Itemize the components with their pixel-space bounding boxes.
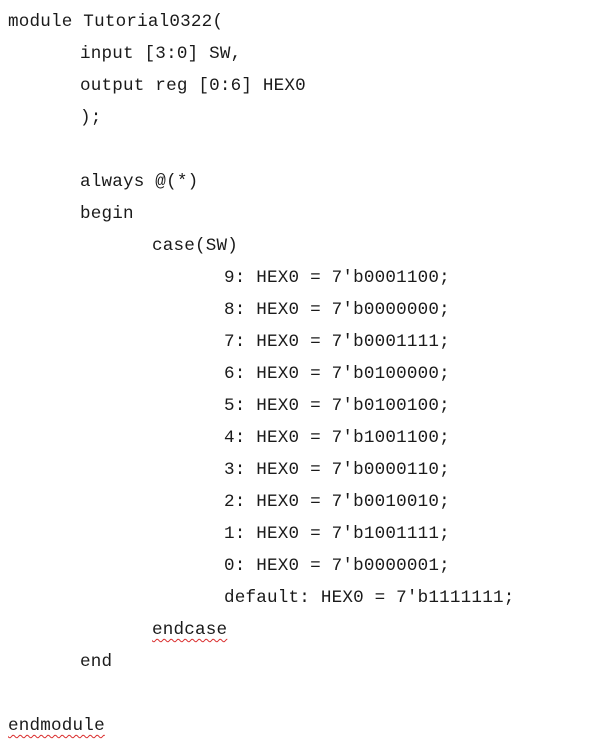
endmodule-line: endmodule (8, 710, 588, 742)
case-open-line: case(SW) (152, 236, 239, 256)
case-item-line: 7: HEX0 = 7'b0001111; (224, 332, 450, 352)
code-document: module Tutorial0322( input [3:0] SW, out… (8, 6, 588, 742)
port-list-close-line: ); (80, 108, 102, 128)
begin-line: begin (80, 204, 134, 224)
case-default-line: default: HEX0 = 7'b1111111; (224, 588, 515, 608)
module-declaration-line: module Tutorial0322( (8, 12, 224, 32)
endcase-line: endcase (8, 614, 588, 646)
end-line: end (80, 652, 113, 672)
endmodule-keyword: endmodule (8, 716, 105, 736)
input-port-line: input [3:0] SW, (80, 44, 242, 64)
case-item-line: 5: HEX0 = 7'b0100100; (224, 396, 450, 416)
always-block-line: always @(*) (80, 172, 199, 192)
case-item-line: 2: HEX0 = 7'b0010010; (224, 492, 450, 512)
endcase-keyword: endcase (152, 620, 228, 640)
case-item-line: 8: HEX0 = 7'b0000000; (224, 300, 450, 320)
case-item-line: 3: HEX0 = 7'b0000110; (224, 460, 450, 480)
case-item-line: 6: HEX0 = 7'b0100000; (224, 364, 450, 384)
case-item-line: 9: HEX0 = 7'b0001100; (224, 268, 450, 288)
case-item-line: 4: HEX0 = 7'b1001100; (224, 428, 450, 448)
output-port-line: output reg [0:6] HEX0 (80, 76, 306, 96)
case-item-line: 0: HEX0 = 7'b0000001; (224, 556, 450, 576)
case-item-line: 1: HEX0 = 7'b1001111; (224, 524, 450, 544)
